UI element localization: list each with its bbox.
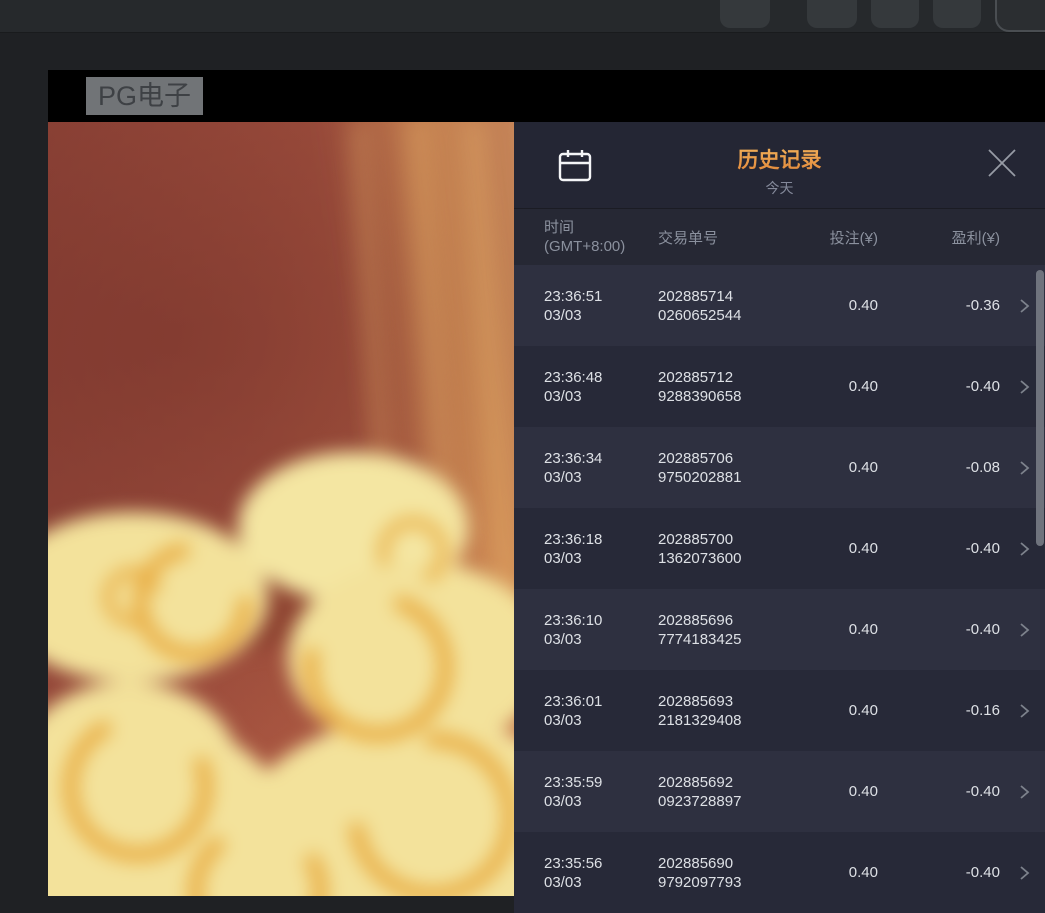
history-panel: 历史记录 今天 时间 (GMT+8:00) 交易单号 投注(¥) 盈利(¥) 2… xyxy=(514,122,1045,896)
row-profit: -0.16 xyxy=(878,702,1000,719)
panel-subtitle: 今天 xyxy=(514,178,1045,198)
row-bet-amount: 0.40 xyxy=(813,702,878,719)
row-bet-amount: 0.40 xyxy=(813,297,878,314)
scrollbar[interactable] xyxy=(1036,270,1044,546)
row-order-id: 2028857140260652544 xyxy=(658,287,813,325)
table-header: 时间 (GMT+8:00) 交易单号 投注(¥) 盈利(¥) xyxy=(514,208,1045,265)
chevron-right-icon[interactable] xyxy=(1016,865,1032,881)
row-order-id: 2028856967774183425 xyxy=(658,611,813,649)
row-time: 23:36:1003/03 xyxy=(544,611,658,649)
column-header-time: 时间 (GMT+8:00) xyxy=(544,218,658,256)
history-panel-header: 历史记录 今天 xyxy=(514,122,1045,208)
column-header-order: 交易单号 xyxy=(658,227,813,248)
row-bet-amount: 0.40 xyxy=(813,864,878,881)
chevron-right-icon[interactable] xyxy=(1016,460,1032,476)
row-profit: -0.40 xyxy=(878,783,1000,800)
close-button[interactable] xyxy=(983,144,1021,182)
row-time: 23:35:5603/03 xyxy=(544,854,658,892)
row-time: 23:36:5103/03 xyxy=(544,287,658,325)
framed-logo-button[interactable] xyxy=(995,0,1045,32)
table-row[interactable]: 23:36:1003/03 2028856967774183425 0.40 -… xyxy=(514,589,1045,670)
table-row[interactable]: 23:35:5603/03 2028856909792097793 0.40 -… xyxy=(514,832,1045,913)
table-row[interactable]: 23:36:4803/03 2028857129288390658 0.40 -… xyxy=(514,346,1045,427)
row-profit: -0.40 xyxy=(878,378,1000,395)
row-order-id: 2028857129288390658 xyxy=(658,368,813,406)
row-order-id: 2028856909792097793 xyxy=(658,854,813,892)
row-time: 23:36:3403/03 xyxy=(544,449,658,487)
row-profit: -0.40 xyxy=(878,621,1000,638)
column-header-bet: 投注(¥) xyxy=(813,227,878,248)
row-order-id: 2028856932181329408 xyxy=(658,692,813,730)
chevron-right-icon[interactable] xyxy=(1016,703,1032,719)
row-order-id: 2028857001362073600 xyxy=(658,530,813,568)
table-row[interactable]: 23:36:1803/03 2028857001362073600 0.40 -… xyxy=(514,508,1045,589)
chevron-right-icon[interactable] xyxy=(1016,622,1032,638)
chevron-right-icon[interactable] xyxy=(1016,298,1032,314)
table-row[interactable]: 23:35:5903/03 2028856920923728897 0.40 -… xyxy=(514,751,1045,832)
table-row[interactable]: 23:36:5103/03 2028857140260652544 0.40 -… xyxy=(514,265,1045,346)
tab-thumbnail-button[interactable]: ˪ ̩ ̣ᴹ xyxy=(720,0,770,28)
panel-title: 历史记录 xyxy=(514,144,1045,174)
browser-globe-button[interactable] xyxy=(933,0,981,28)
row-time: 23:36:1803/03 xyxy=(544,530,658,568)
row-order-id: 2028856920923728897 xyxy=(658,773,813,811)
row-profit: -0.40 xyxy=(878,864,1000,881)
game-header-bar: PG电子 xyxy=(48,70,1045,122)
row-time: 23:36:4803/03 xyxy=(544,368,658,406)
row-time: 23:36:0103/03 xyxy=(544,692,658,730)
column-header-profit: 盈利(¥) xyxy=(878,227,1000,248)
chevron-right-icon[interactable] xyxy=(1016,379,1032,395)
row-time: 23:35:5903/03 xyxy=(544,773,658,811)
app-disc-button[interactable] xyxy=(871,0,919,28)
history-rows: 23:36:5103/03 2028857140260652544 0.40 -… xyxy=(514,265,1045,913)
chevron-right-icon[interactable] xyxy=(1016,541,1032,557)
table-row[interactable]: 23:36:0103/03 2028856932181329408 0.40 -… xyxy=(514,670,1045,751)
taskbar: ˪ ̩ ̣ᴹ xyxy=(0,0,1045,33)
row-order-id: 2028857069750202881 xyxy=(658,449,813,487)
row-bet-amount: 0.40 xyxy=(813,783,878,800)
row-bet-amount: 0.40 xyxy=(813,378,878,395)
row-profit: -0.40 xyxy=(878,540,1000,557)
row-bet-amount: 0.40 xyxy=(813,540,878,557)
row-profit: -0.36 xyxy=(878,297,1000,314)
game-title-badge: PG电子 xyxy=(86,77,203,115)
row-profit: -0.08 xyxy=(878,459,1000,476)
row-bet-amount: 0.40 xyxy=(813,621,878,638)
table-row[interactable]: 23:36:3403/03 2028857069750202881 0.40 -… xyxy=(514,427,1045,508)
close-icon xyxy=(983,144,1021,182)
chevron-right-icon[interactable] xyxy=(1016,784,1032,800)
row-bet-amount: 0.40 xyxy=(813,459,878,476)
tray-window-button[interactable] xyxy=(807,0,857,28)
